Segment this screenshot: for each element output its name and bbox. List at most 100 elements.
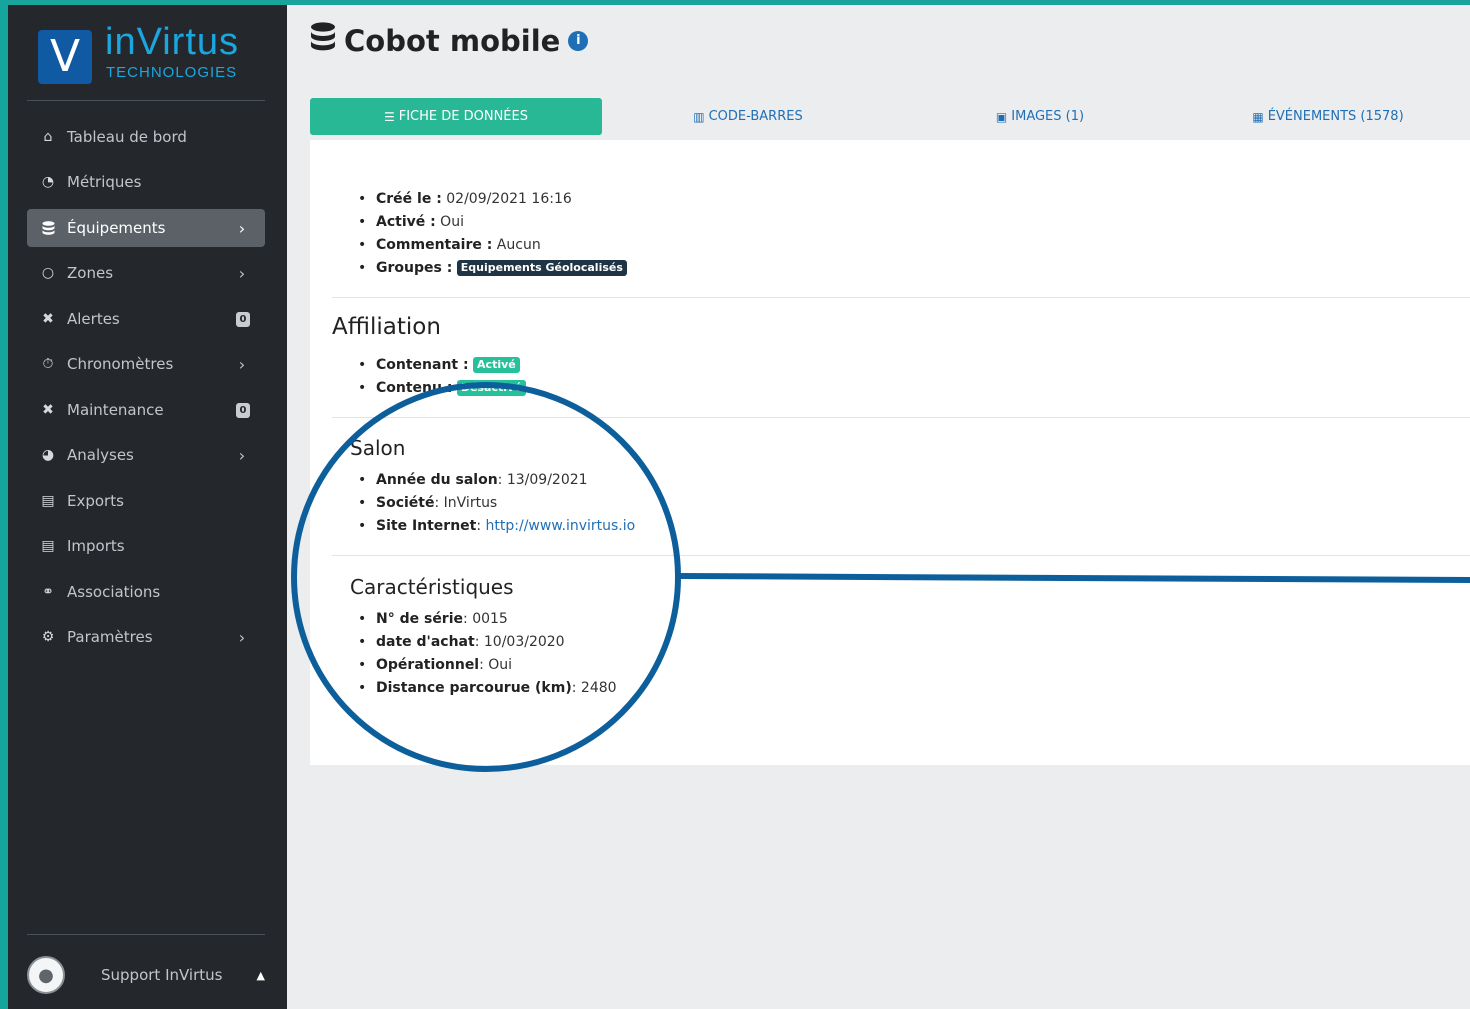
field-label: Année du salon (376, 472, 498, 488)
logo-mark: V (38, 30, 92, 84)
field-value: 0015 (472, 611, 508, 627)
sidebar-item-tableau-de-bord[interactable]: ⌂ Tableau de bord (27, 118, 265, 156)
user-icon: ● (38, 964, 54, 986)
list-item: date d'achat: 10/03/2020 (358, 631, 617, 654)
sidebar-item-analyses[interactable]: ◕ Analyses › (27, 436, 265, 474)
sidebar-item-metriques[interactable]: ◔ Métriques (27, 163, 265, 201)
website-link[interactable]: http://www.invirtus.io (486, 518, 636, 534)
sidebar-item-chronometres[interactable]: ⏱ Chronomètres › (27, 345, 265, 383)
salon-list: Année du salon: 13/09/2021 Société: InVi… (358, 469, 635, 538)
sidebar-item-parametres[interactable]: ⚙ Paramètres › (27, 618, 265, 656)
file-import-icon: ▤ (41, 538, 55, 554)
chevron-right-icon: › (238, 445, 246, 465)
field-value: 2480 (580, 680, 617, 696)
chevron-right-icon: › (238, 218, 246, 238)
tab-code-barres[interactable]: ▥ CODE-BARRES (602, 98, 894, 135)
field-value: 02/09/2021 16:16 (446, 191, 572, 207)
user-menu[interactable]: ● Support InVirtus ▲ (27, 953, 265, 997)
sidebar-item-label: Chronomètres (67, 355, 174, 373)
database-icon (310, 22, 336, 59)
link-icon: ⚭ (42, 584, 54, 600)
field-value: 13/09/2021 (506, 472, 588, 488)
field-label: N° de série (376, 611, 464, 627)
brand-logo[interactable]: V inVirtus TECHNOLOGIES (38, 21, 258, 91)
sidebar-item-label: Zones (67, 264, 114, 282)
sidebar-item-associations[interactable]: ⚭ Associations (27, 573, 265, 611)
list-item: Année du salon: 13/09/2021 (358, 469, 635, 492)
field-value: InVirtus (443, 495, 498, 511)
specs-title: Caractéristiques (350, 575, 514, 599)
tools-icon: ✖ (42, 402, 54, 418)
calendar-icon: ▦ (1252, 109, 1264, 124)
page-title: Cobot mobile i (310, 22, 589, 59)
field-label: Opérationnel (376, 657, 480, 673)
section-divider (332, 555, 1470, 556)
section-divider (332, 417, 1470, 418)
home-icon: ⌂ (43, 129, 53, 145)
list-item: Société: InVirtus (358, 492, 635, 515)
data-sheet-panel: Créé le : 02/09/2021 16:16 Activé : Oui … (310, 140, 1470, 765)
list-item: Commentaire : Aucun (358, 234, 627, 257)
sidebar-item-imports[interactable]: ▤ Imports (27, 527, 265, 565)
field-label: Contenu : (376, 380, 453, 396)
tab-label: FICHE DE DONNÉES (398, 109, 528, 124)
count-badge: 0 (236, 402, 250, 418)
field-label: Site Internet (376, 518, 477, 534)
salon-title: Salon (350, 436, 406, 460)
list-item: Activé : Oui (358, 211, 627, 234)
sidebar-item-zones[interactable]: ○ Zones › (27, 254, 265, 292)
sidebar-item-label: Exports (67, 492, 124, 510)
affiliation-title: Affiliation (332, 314, 441, 340)
tab-images[interactable]: ▣ IMAGES (1) (894, 98, 1186, 135)
images-icon: ▣ (995, 109, 1008, 124)
stopwatch-icon: ⏱ (42, 356, 54, 372)
group-badge[interactable]: Equipements Géolocalisés (456, 260, 627, 276)
sidebar-item-alertes[interactable]: ✖ Alertes 0 (27, 300, 265, 338)
sidebar-divider (27, 934, 265, 935)
tab-evenements[interactable]: ▦ ÉVÉNEMENTS (1578) (1186, 98, 1470, 135)
field-value: Oui (488, 657, 513, 673)
user-name: Support InVirtus (101, 966, 223, 984)
field-label: Contenant : (376, 357, 469, 373)
logo-subtitle: TECHNOLOGIES (106, 64, 238, 81)
database-icon: ☰ (383, 109, 395, 124)
pie-chart-icon: ◕ (41, 447, 55, 463)
sidebar-item-label: Métriques (67, 173, 142, 191)
sidebar-item-label: Associations (67, 583, 161, 601)
sidebar-item-label: Équipements (67, 219, 166, 237)
sidebar-item-exports[interactable]: ▤ Exports (27, 482, 265, 520)
caret-up-icon: ▲ (256, 968, 265, 982)
field-value: 10/03/2020 (483, 634, 565, 650)
specs-list: N° de série: 0015 date d'achat: 10/03/20… (358, 608, 617, 700)
section-divider (332, 297, 1470, 298)
list-item: Contenu : Désactivé (358, 377, 526, 400)
file-export-icon: ▤ (41, 493, 55, 509)
list-item: Distance parcourue (km): 2480 (358, 677, 617, 700)
general-info-list: Créé le : 02/09/2021 16:16 Activé : Oui … (358, 188, 627, 280)
list-item: Groupes : Equipements Géolocalisés (358, 257, 627, 280)
list-item: Site Internet: http://www.invirtus.io (358, 515, 635, 538)
field-value: Oui (440, 214, 464, 230)
list-item: Opérationnel: Oui (358, 654, 617, 677)
sidebar-item-equipements[interactable]: Équipements › (27, 209, 265, 247)
tab-fiche-de-donnees[interactable]: ☰ FICHE DE DONNÉES (310, 98, 602, 135)
tab-label: IMAGES (1) (1011, 109, 1085, 124)
sidebar-item-label: Alertes (67, 310, 120, 328)
field-label: Activé : (376, 214, 436, 230)
chevron-right-icon: › (238, 627, 246, 647)
affiliation-list: Contenant : Activé Contenu : Désactivé (358, 354, 526, 400)
tools-icon: ✖ (42, 311, 54, 327)
sidebar: V inVirtus TECHNOLOGIES ⌂ Tableau de bor… (8, 5, 287, 1009)
tab-label: ÉVÉNEMENTS (1578) (1267, 109, 1404, 124)
sidebar-item-label: Imports (67, 537, 125, 555)
sidebar-divider (27, 100, 265, 101)
field-label: Distance parcourue (km) (376, 680, 572, 696)
logo-name: inVirtus (105, 21, 240, 63)
tachometer-icon: ◔ (41, 174, 55, 190)
tab-label: CODE-BARRES (708, 109, 803, 124)
info-icon[interactable]: i (568, 30, 589, 51)
field-label: Créé le : (376, 191, 442, 207)
sidebar-item-maintenance[interactable]: ✖ Maintenance 0 (27, 391, 265, 429)
chevron-right-icon: › (238, 354, 246, 374)
sidebar-item-label: Maintenance (67, 401, 164, 419)
